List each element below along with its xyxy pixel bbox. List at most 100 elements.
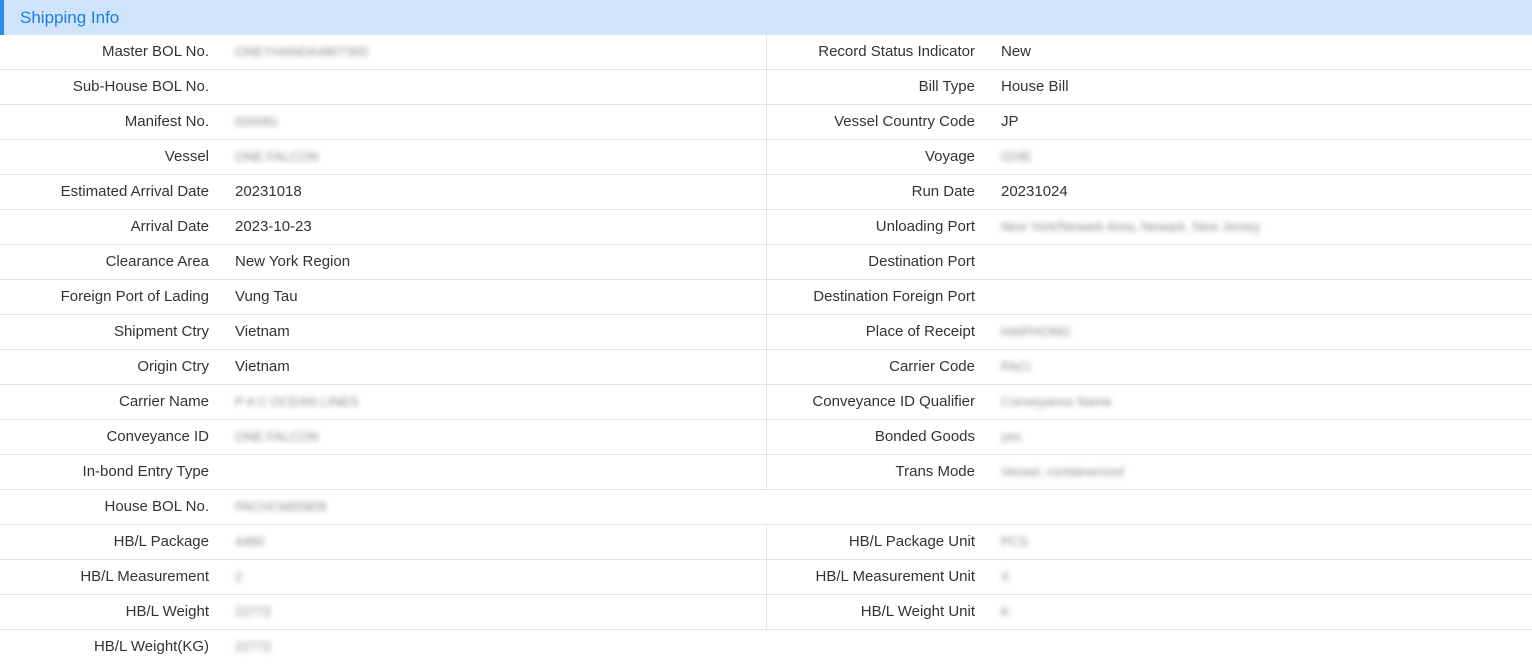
field-value-text: PCS xyxy=(1001,534,1028,549)
field-value-text: yes xyxy=(1001,429,1022,444)
field-label-text: Bill Type xyxy=(918,78,975,95)
field-label: Destination Foreign Port xyxy=(766,280,987,315)
field-value: Vietnam xyxy=(221,315,766,350)
field-label-text: Vessel Country Code xyxy=(834,113,975,130)
field-value-text: 20231018 xyxy=(235,183,302,200)
field-value-text: HAIPHONG xyxy=(1001,324,1071,339)
field-label: Vessel Country Code xyxy=(766,105,987,140)
field-value: yes xyxy=(987,420,1532,455)
field-label-text: Unloading Port xyxy=(875,218,975,235)
field-label: Conveyance ID xyxy=(0,420,221,455)
field-value-text: 2 xyxy=(235,569,243,584)
field-label-text: Run Date xyxy=(911,183,975,200)
field-label: Origin Ctry xyxy=(0,350,221,385)
field-label: HB/L Package Unit xyxy=(766,525,987,560)
field-value-text: 22772 xyxy=(235,604,272,619)
field-value-text: Vung Tau xyxy=(235,288,298,305)
field-label-text: Bonded Goods xyxy=(874,428,975,445)
info-row: Arrival Date 2023-10-23 Unloading Port New … xyxy=(0,210,1532,245)
field-value: PCS xyxy=(987,525,1532,560)
field-value xyxy=(221,70,766,105)
field-label: HB/L Weight(KG) xyxy=(0,630,221,665)
field-label-text: Shipment Ctry xyxy=(113,323,209,340)
field-label: Record Status Indicator xyxy=(766,35,987,70)
info-row: House BOL No. PACHCM05809 xyxy=(0,490,1532,525)
info-row: Conveyance ID ONE FALCON Bonded Goods yes xyxy=(0,420,1532,455)
info-row: Carrier Name P A C OCEAN LINES Conveyance … xyxy=(0,385,1532,420)
field-value-text: 20231024 xyxy=(1001,183,1068,200)
field-value-text: 22772 xyxy=(235,639,272,654)
field-value: 22772 xyxy=(221,630,766,665)
field-value-text: 000081 xyxy=(235,114,279,129)
field-value: House Bill xyxy=(987,70,1532,105)
field-value: 4480 xyxy=(221,525,766,560)
field-label-text: Master BOL No. xyxy=(102,43,209,60)
field-label: Place of Receipt xyxy=(766,315,987,350)
info-row: HB/L Package 4480 HB/L Package Unit PCS xyxy=(0,525,1532,560)
field-label: Sub-House BOL No. xyxy=(0,70,221,105)
field-label: Shipment Ctry xyxy=(0,315,221,350)
field-value-text: Conveyance Name xyxy=(1001,394,1112,409)
field-value: Vietnam xyxy=(221,350,766,385)
field-label-text: In-bond Entry Type xyxy=(82,463,209,480)
field-label: Conveyance ID Qualifier xyxy=(766,385,987,420)
field-value-text: New xyxy=(1001,43,1032,60)
field-label: Unloading Port xyxy=(766,210,987,245)
field-value-text: ONE FALCON xyxy=(235,149,319,164)
field-label-text: Record Status Indicator xyxy=(818,43,975,60)
field-label: HB/L Measurement Unit xyxy=(766,560,987,595)
field-value: New xyxy=(987,35,1532,70)
field-label-text: Arrival Date xyxy=(130,218,209,235)
field-value xyxy=(987,280,1532,315)
field-label-text: Sub-House BOL No. xyxy=(72,78,209,95)
field-value: ONE FALCON xyxy=(221,420,766,455)
info-row: Shipment Ctry Vietnam Place of Receipt HAIP… xyxy=(0,315,1532,350)
field-label-text: HB/L Weight xyxy=(125,603,209,620)
field-label: Arrival Date xyxy=(0,210,221,245)
field-value-text: ONEYHANDA4807300 xyxy=(235,44,368,59)
field-label: HB/L Package xyxy=(0,525,221,560)
field-label: Bonded Goods xyxy=(766,420,987,455)
field-value: 2 xyxy=(221,560,766,595)
field-label-text: HB/L Measurement Unit xyxy=(815,568,975,585)
field-value: P A C OCEAN LINES xyxy=(221,385,766,420)
field-label-text: Place of Receipt xyxy=(865,323,975,340)
field-value: PACHCM05809 xyxy=(221,490,766,525)
field-label-text: Carrier Name xyxy=(118,393,209,410)
field-label-text: Voyage xyxy=(924,148,975,165)
info-row: Vessel ONE FALCON Voyage 024E xyxy=(0,140,1532,175)
field-label-text: HB/L Measurement xyxy=(80,568,209,585)
field-value: New York/Newark Area, Newark, New Jersey xyxy=(987,210,1532,245)
field-label: Destination Port xyxy=(766,245,987,280)
field-label-text: Estimated Arrival Date xyxy=(60,183,209,200)
field-label: House BOL No. xyxy=(0,490,221,525)
field-value-text: PACI xyxy=(1001,359,1031,374)
field-label-text: Origin Ctry xyxy=(137,358,209,375)
field-label-text: Foreign Port of Lading xyxy=(60,288,209,305)
field-value: 20231024 xyxy=(987,175,1532,210)
field-value-text: Vietnam xyxy=(235,323,290,340)
field-value: ONE FALCON xyxy=(221,140,766,175)
field-value: Vung Tau xyxy=(221,280,766,315)
field-value: 22772 xyxy=(221,595,766,630)
field-value: HAIPHONG xyxy=(987,315,1532,350)
field-label-text: Clearance Area xyxy=(105,253,209,270)
info-row: Origin Ctry Vietnam Carrier Code PACI xyxy=(0,350,1532,385)
field-label: Clearance Area xyxy=(0,245,221,280)
field-label: Carrier Code xyxy=(766,350,987,385)
field-label: Trans Mode xyxy=(766,455,987,490)
field-label-text: Vessel xyxy=(164,148,209,165)
field-label-text: HB/L Package xyxy=(113,533,209,550)
info-row: Estimated Arrival Date 20231018 Run Date 20… xyxy=(0,175,1532,210)
field-value-text: JP xyxy=(1001,113,1019,130)
field-label-text: Destination Port xyxy=(868,253,975,270)
field-label-text: Manifest No. xyxy=(124,113,209,130)
info-row: Foreign Port of Lading Vung Tau Destinatio… xyxy=(0,280,1532,315)
info-row: Clearance Area New York Region Destination… xyxy=(0,245,1532,280)
field-value-text: PACHCM05809 xyxy=(235,499,327,514)
info-row: Sub-House BOL No. Bill Type House Bill xyxy=(0,70,1532,105)
field-value: X xyxy=(987,560,1532,595)
section-header: Shipping Info xyxy=(0,0,1532,35)
field-value-text: New York/Newark Area, Newark, New Jersey xyxy=(1001,219,1261,234)
info-row: Master BOL No. ONEYHANDA4807300 Record Sta… xyxy=(0,35,1532,70)
